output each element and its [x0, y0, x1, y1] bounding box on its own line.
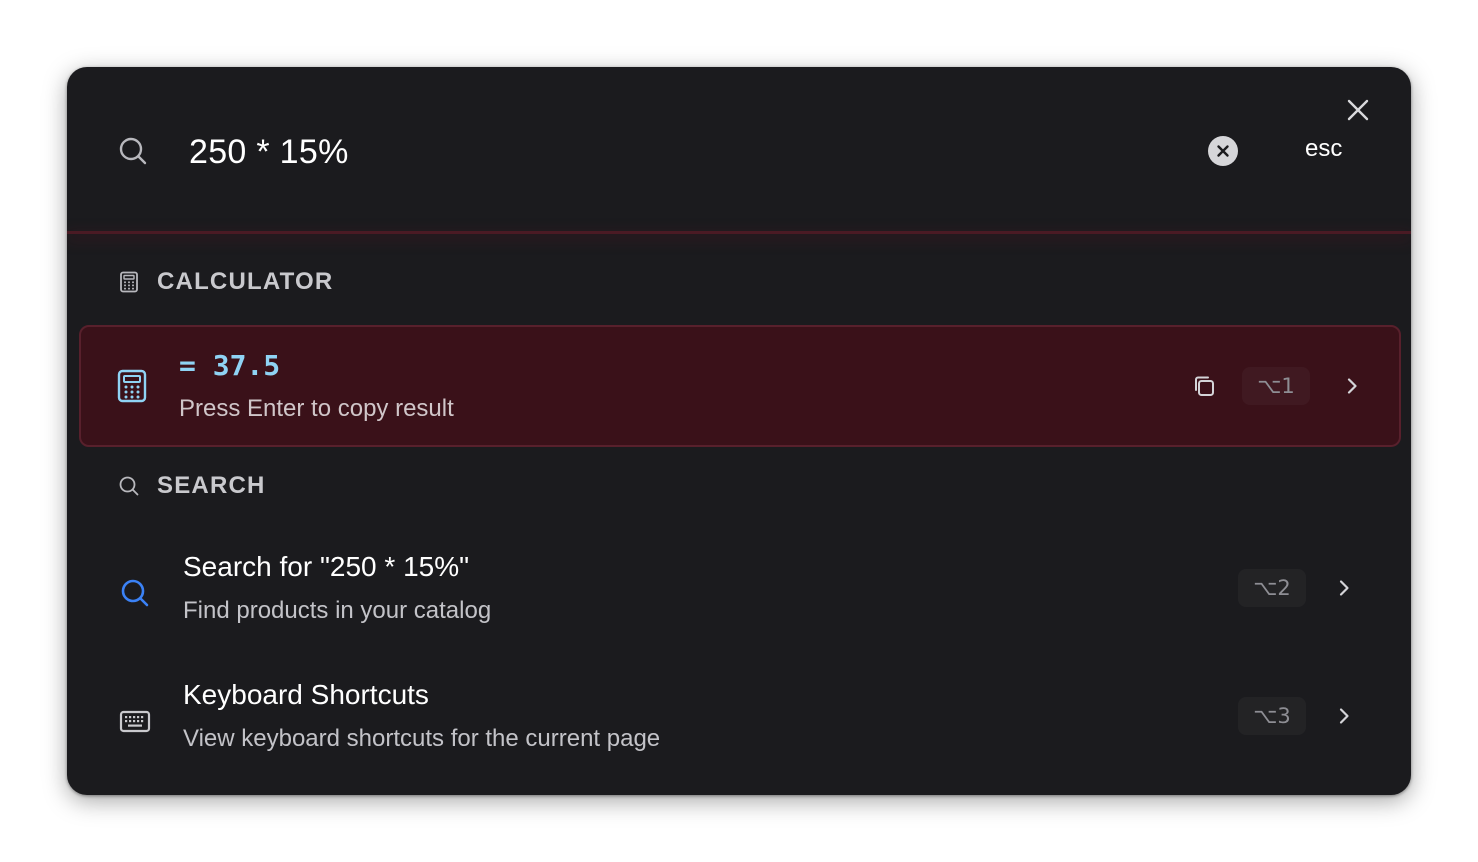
- search-icon: [121, 579, 149, 607]
- calculator-result: = 37.5: [179, 349, 281, 382]
- section-header-search: SEARCH: [117, 471, 266, 501]
- shortcut-badge: ⌥3: [1238, 697, 1306, 735]
- list-item-search-products[interactable]: Search for "250 * 15%" Find products in …: [67, 529, 1411, 647]
- command-palette: esc CALCULATOR = 37.5 Press Enter: [67, 67, 1411, 795]
- calculator-icon: [120, 271, 138, 293]
- list-item-keyboard-shortcuts[interactable]: Keyboard Shortcuts View keyboard shortcu…: [67, 657, 1411, 775]
- list-item-title: Search for "250 * 15%": [183, 551, 470, 582]
- list-item-subtitle: View keyboard shortcuts for the current …: [183, 725, 661, 752]
- calculator-icon: [117, 369, 147, 403]
- clear-icon: [1217, 145, 1229, 157]
- search-bar: esc: [67, 67, 1411, 233]
- list-item-title: Keyboard Shortcuts: [183, 679, 429, 710]
- chevron-right-icon: [1347, 378, 1357, 394]
- copy-icon[interactable]: [1192, 374, 1216, 398]
- shortcut-badge: ⌥1: [1242, 367, 1310, 405]
- section-label: SEARCH: [157, 472, 266, 499]
- section-header-calculator: CALCULATOR: [117, 267, 333, 297]
- list-item-subtitle: Find products in your catalog: [183, 597, 492, 624]
- esc-button[interactable]: esc: [1305, 135, 1342, 163]
- search-input[interactable]: [189, 129, 1089, 175]
- calculator-subtitle: Press Enter to copy result: [179, 395, 454, 422]
- chevron-right-icon: [1339, 580, 1349, 596]
- divider: [67, 231, 1411, 234]
- keyboard-icon: [119, 710, 151, 733]
- clear-search-button[interactable]: [1208, 136, 1238, 166]
- section-label: CALCULATOR: [157, 268, 334, 295]
- calculator-result-item[interactable]: = 37.5 Press Enter to copy result ⌥1: [79, 325, 1401, 447]
- shortcut-badge: ⌥2: [1238, 569, 1306, 607]
- search-icon: [119, 137, 147, 165]
- chevron-right-icon: [1339, 708, 1349, 724]
- search-icon: [119, 476, 139, 496]
